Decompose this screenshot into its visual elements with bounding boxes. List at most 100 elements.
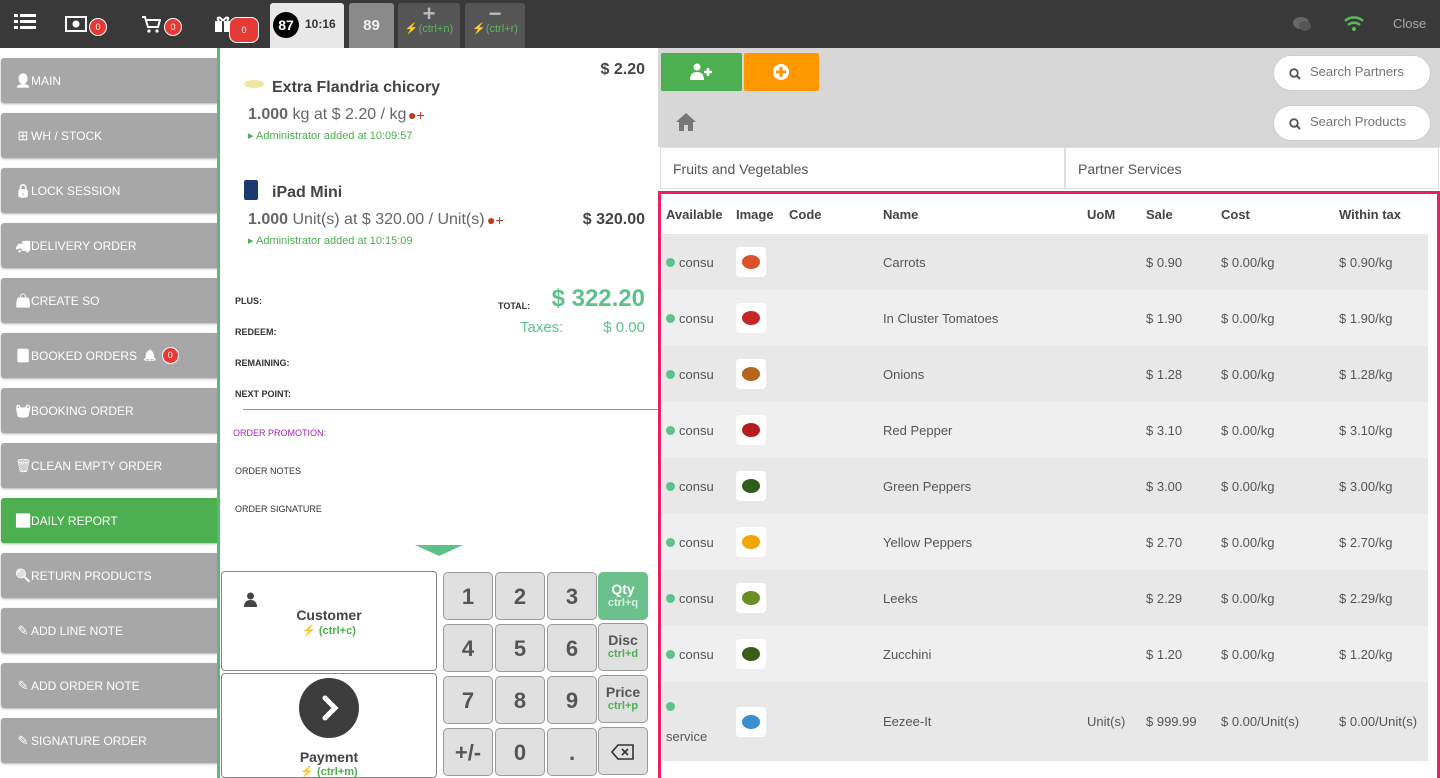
product-name-cell: Leeks <box>879 570 1083 626</box>
chicory-thumb <box>244 80 264 88</box>
column-header[interactable]: Available <box>662 194 732 234</box>
order-line[interactable]: iPad Mini $ 320.00 1.000 Unit(s) at $ 32… <box>222 153 658 253</box>
sidebar-item-delivery-order[interactable]: 🚚 DELIVERY ORDER <box>1 223 217 268</box>
sidebar-item-return-products[interactable]: 🔍 RETURN PRODUCTS <box>1 553 217 598</box>
sidebar-item-signature-order[interactable]: ✎ SIGNATURE ORDER <box>1 718 217 763</box>
line-qty: 1.000 Unit(s) at $ 320.00 / Unit(s) <box>248 211 485 228</box>
numpad-key[interactable]: 7 <box>443 676 493 724</box>
remove-order-button[interactable]: − ⚡(ctrl+r) <box>465 1 525 48</box>
product-row[interactable]: consu Red Pepper $ 3.10 $ 0.00/kg $ 3.10/kg <box>662 402 1428 458</box>
column-header[interactable]: Image <box>732 194 785 234</box>
product-code-cell <box>785 682 879 761</box>
add-order-button[interactable]: + ⚡(ctrl+n) <box>398 1 460 48</box>
sidebar-item-lock-session[interactable]: 🔒 LOCK SESSION <box>1 168 217 213</box>
order-tab-active[interactable]: 87 10:16 <box>270 3 344 48</box>
qty-mode-button[interactable]: Qty ctrl+q <box>598 572 648 620</box>
payment-label: Payment <box>299 749 359 765</box>
product-row[interactable]: consu Onions $ 1.28 $ 0.00/kg $ 1.28/kg <box>662 346 1428 402</box>
user-add-icon[interactable]: ●+ <box>487 212 504 228</box>
sidebar-item-create-so[interactable]: 👜 CREATE SO <box>1 278 217 323</box>
product-cost-cell: $ 0.00/kg <box>1217 570 1335 626</box>
product-row[interactable]: consu Zucchini $ 1.20 $ 0.00/kg $ 1.20/kg <box>662 626 1428 682</box>
product-uom-cell <box>1083 346 1142 402</box>
category-fruits-vegetables[interactable]: Fruits and Vegetables <box>660 147 1065 189</box>
column-header[interactable]: Cost <box>1217 194 1335 234</box>
numpad-key[interactable]: 9 <box>547 676 597 724</box>
sidebar-item-wh-stock[interactable]: ⊞ WH / STOCK <box>1 113 217 158</box>
numpad-key[interactable]: 3 <box>547 572 597 620</box>
product-row[interactable]: consu Carrots $ 0.90 $ 0.00/kg $ 0.90/kg <box>662 234 1428 290</box>
numpad-key[interactable]: 1 <box>443 572 493 620</box>
product-row[interactable]: consu In Cluster Tomatoes $ 1.90 $ 0.00/kg $… <box>662 290 1428 346</box>
price-mode-button[interactable]: Price ctrl+p <box>598 675 648 723</box>
order2-number: 89 <box>363 17 380 34</box>
numpad-key[interactable]: 6 <box>547 624 597 672</box>
numpad-key[interactable]: 0 <box>495 728 545 776</box>
product-name-cell: Onions <box>879 346 1083 402</box>
order-panel: Extra Flandria chicory $ 2.20 1.000 kg a… <box>222 48 658 571</box>
add-customer-button[interactable] <box>661 53 742 91</box>
column-header[interactable]: Code <box>785 194 879 234</box>
status-dot-icon <box>666 313 675 323</box>
availability-label: consu <box>679 646 714 662</box>
add-product-button[interactable] <box>744 53 819 91</box>
sidebar-item-label: BOOKED ORDERS <box>31 348 138 363</box>
remove-shortcut: ⚡(ctrl+r) <box>472 23 518 35</box>
column-header[interactable]: UoM <box>1083 194 1142 234</box>
product-row[interactable]: consu Leeks $ 2.29 $ 0.00/kg $ 2.29/kg <box>662 570 1428 626</box>
order-signature-label[interactable]: ORDER SIGNATURE <box>235 504 322 514</box>
cart-icon[interactable] <box>141 15 162 36</box>
edit-icon: ✎ <box>17 677 29 693</box>
disc-mode-button[interactable]: Disc ctrl+d <box>598 623 648 671</box>
cash-icon[interactable] <box>65 16 87 35</box>
sidebar-item-main[interactable]: 👤 MAIN <box>1 58 217 103</box>
user-add-icon[interactable]: ●+ <box>408 107 425 123</box>
close-button[interactable]: Close <box>1393 16 1426 31</box>
customer-button[interactable]: Customer ⚡ (ctrl+c) <box>221 571 437 671</box>
product-row[interactable]: consu Yellow Peppers $ 2.70 $ 0.00/kg $ 2.70… <box>662 514 1428 570</box>
product-image <box>736 415 766 445</box>
numpad-key[interactable]: 2 <box>495 572 545 620</box>
product-row[interactable]: consu Green Peppers $ 3.00 $ 0.00/kg $ 3.00/… <box>662 458 1428 514</box>
payment-button[interactable]: Payment ⚡ (ctrl+m) <box>221 673 437 778</box>
sidebar-item-booked-orders[interactable]: 📕 BOOKED ORDERS 🔔 0 <box>1 333 217 378</box>
search-products-field[interactable] <box>1273 105 1431 141</box>
sidebar-item-clean-empty-order[interactable]: 🗑 CLEAN EMPTY ORDER <box>1 443 217 488</box>
sidebar-item-add-line-note[interactable]: ✎ ADD LINE NOTE <box>1 608 217 653</box>
home-icon[interactable] <box>675 112 697 137</box>
column-header[interactable]: Name <box>879 194 1083 234</box>
search-products-input[interactable] <box>1310 114 1425 129</box>
backspace-button[interactable] <box>598 727 648 775</box>
category-partner-services[interactable]: Partner Services <box>1065 147 1439 189</box>
order-tab[interactable]: 89 <box>349 3 394 48</box>
edit-icon: ✎ <box>17 732 29 748</box>
product-uom-cell <box>1083 290 1142 346</box>
column-header[interactable]: Sale <box>1142 194 1217 234</box>
product-row[interactable]: service Eezee-It Unit(s) $ 999.99 $ 0.00/Uni… <box>662 682 1428 761</box>
column-header[interactable]: Within tax <box>1335 194 1428 234</box>
order-notes-label[interactable]: ORDER NOTES <box>235 466 301 476</box>
product-name-cell: Carrots <box>879 234 1083 290</box>
product-cost-cell: $ 0.00/kg <box>1217 514 1335 570</box>
total-value: $ 322.20 <box>551 285 645 312</box>
sidebar-item-label: BOOKING ORDER <box>31 403 134 418</box>
numpad-key[interactable]: . <box>547 728 597 776</box>
menu-icon[interactable] <box>14 13 36 33</box>
numpad-key[interactable]: 8 <box>495 676 545 724</box>
numpad-key[interactable]: 5 <box>495 624 545 672</box>
product-list-highlight: Available Image Code Name UoM Sale Cost Within … <box>658 191 1440 778</box>
bell-icon: 🔔 <box>143 350 157 362</box>
order-line[interactable]: Extra Flandria chicory $ 2.20 1.000 kg a… <box>222 48 658 148</box>
sidebar-item-daily-report[interactable]: 📶 DAILY REPORT <box>1 498 217 543</box>
chat-icon[interactable] <box>1292 16 1312 35</box>
search-partners-input[interactable] <box>1310 64 1425 79</box>
numpad-key[interactable]: 4 <box>443 624 493 672</box>
booked-orders-badge: 0 <box>161 347 179 364</box>
sidebar-item-booking-order[interactable]: 🧺 BOOKING ORDER <box>1 388 217 433</box>
availability-label: consu <box>679 254 714 270</box>
collapse-arrow-icon[interactable] <box>415 545 463 556</box>
sidebar-item-add-order-note[interactable]: ✎ ADD ORDER NOTE <box>1 663 217 708</box>
availability-label: consu <box>679 422 714 438</box>
search-partners-field[interactable] <box>1273 55 1431 91</box>
numpad-key[interactable]: +/- <box>443 728 493 776</box>
